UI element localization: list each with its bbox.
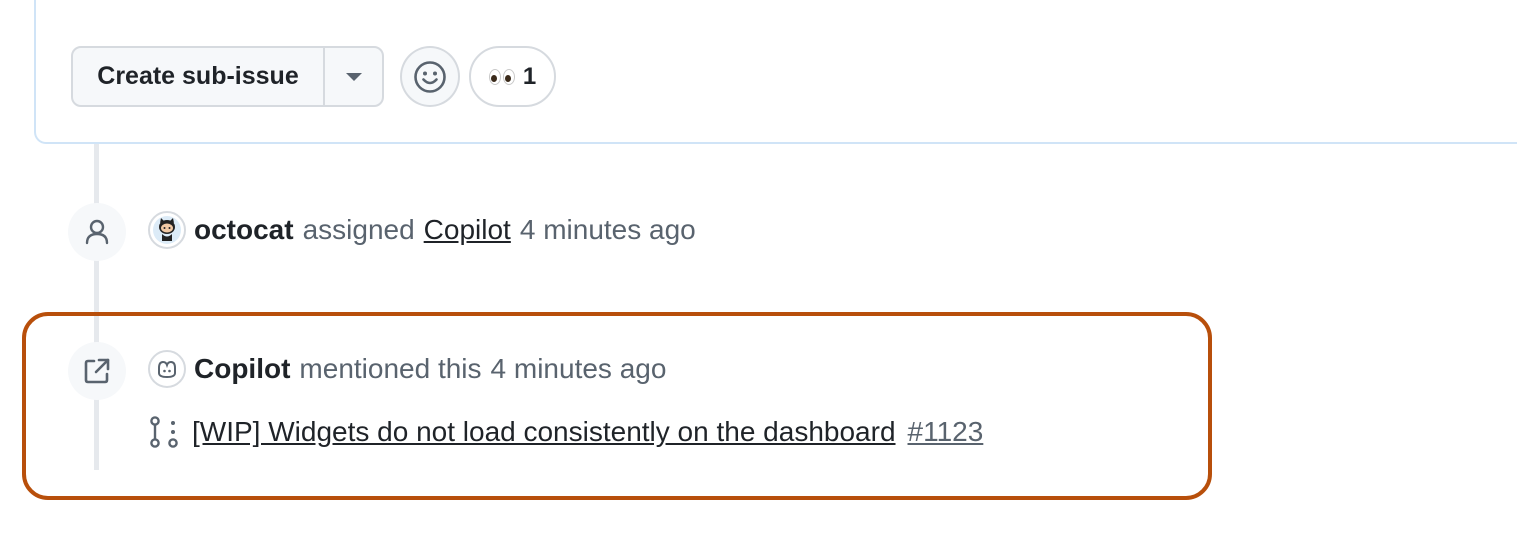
timeline-badge-mentioned <box>68 342 126 400</box>
event-verb: assigned <box>302 214 415 245</box>
create-sub-issue-button[interactable]: Create sub-issue <box>73 48 325 105</box>
git-pull-request-draft-icon <box>150 416 178 448</box>
eyes-reaction-button[interactable]: 1 <box>469 46 556 107</box>
event-timestamp[interactable]: 4 minutes ago <box>520 214 696 246</box>
octocat-icon <box>153 216 181 244</box>
caret-down-icon <box>345 72 362 81</box>
octocat-avatar[interactable] <box>148 211 186 249</box>
issue-timeline-page: Create sub-issue 1 octocat assigned Copi… <box>0 0 1517 535</box>
event-actor[interactable]: Copilot <box>194 353 290 385</box>
copilot-icon <box>158 360 176 379</box>
timeline-event-mentioned: Copilot mentioned this 4 minutes ago <box>148 349 666 389</box>
event-timestamp[interactable]: 4 minutes ago <box>491 353 667 385</box>
link-external-icon <box>84 358 110 384</box>
event-actor[interactable]: octocat <box>194 214 294 246</box>
create-sub-issue-dropdown-button[interactable] <box>325 48 382 105</box>
pull-request-title-link[interactable]: [WIP] Widgets do not load consistently o… <box>192 416 896 448</box>
event-verb: mentioned this <box>299 353 482 384</box>
highlight-frame <box>22 312 1212 500</box>
timeline-line <box>94 144 99 470</box>
person-icon <box>85 219 109 245</box>
mentioned-pull-request: [WIP] Widgets do not load consistently o… <box>148 412 983 452</box>
smiley-icon <box>414 60 446 93</box>
reaction-count: 1 <box>522 62 537 90</box>
eyes-emoji-icon <box>488 68 515 85</box>
pull-request-number-link[interactable]: #1123 <box>908 416 984 448</box>
add-reaction-button[interactable] <box>400 46 460 107</box>
assignee-link[interactable]: Copilot <box>424 214 511 246</box>
copilot-avatar[interactable] <box>148 350 186 388</box>
create-sub-issue-button-group: Create sub-issue <box>71 46 384 107</box>
timeline-event-assigned: octocat assigned Copilot 4 minutes ago <box>148 210 696 250</box>
timeline-badge-assigned <box>68 203 126 261</box>
